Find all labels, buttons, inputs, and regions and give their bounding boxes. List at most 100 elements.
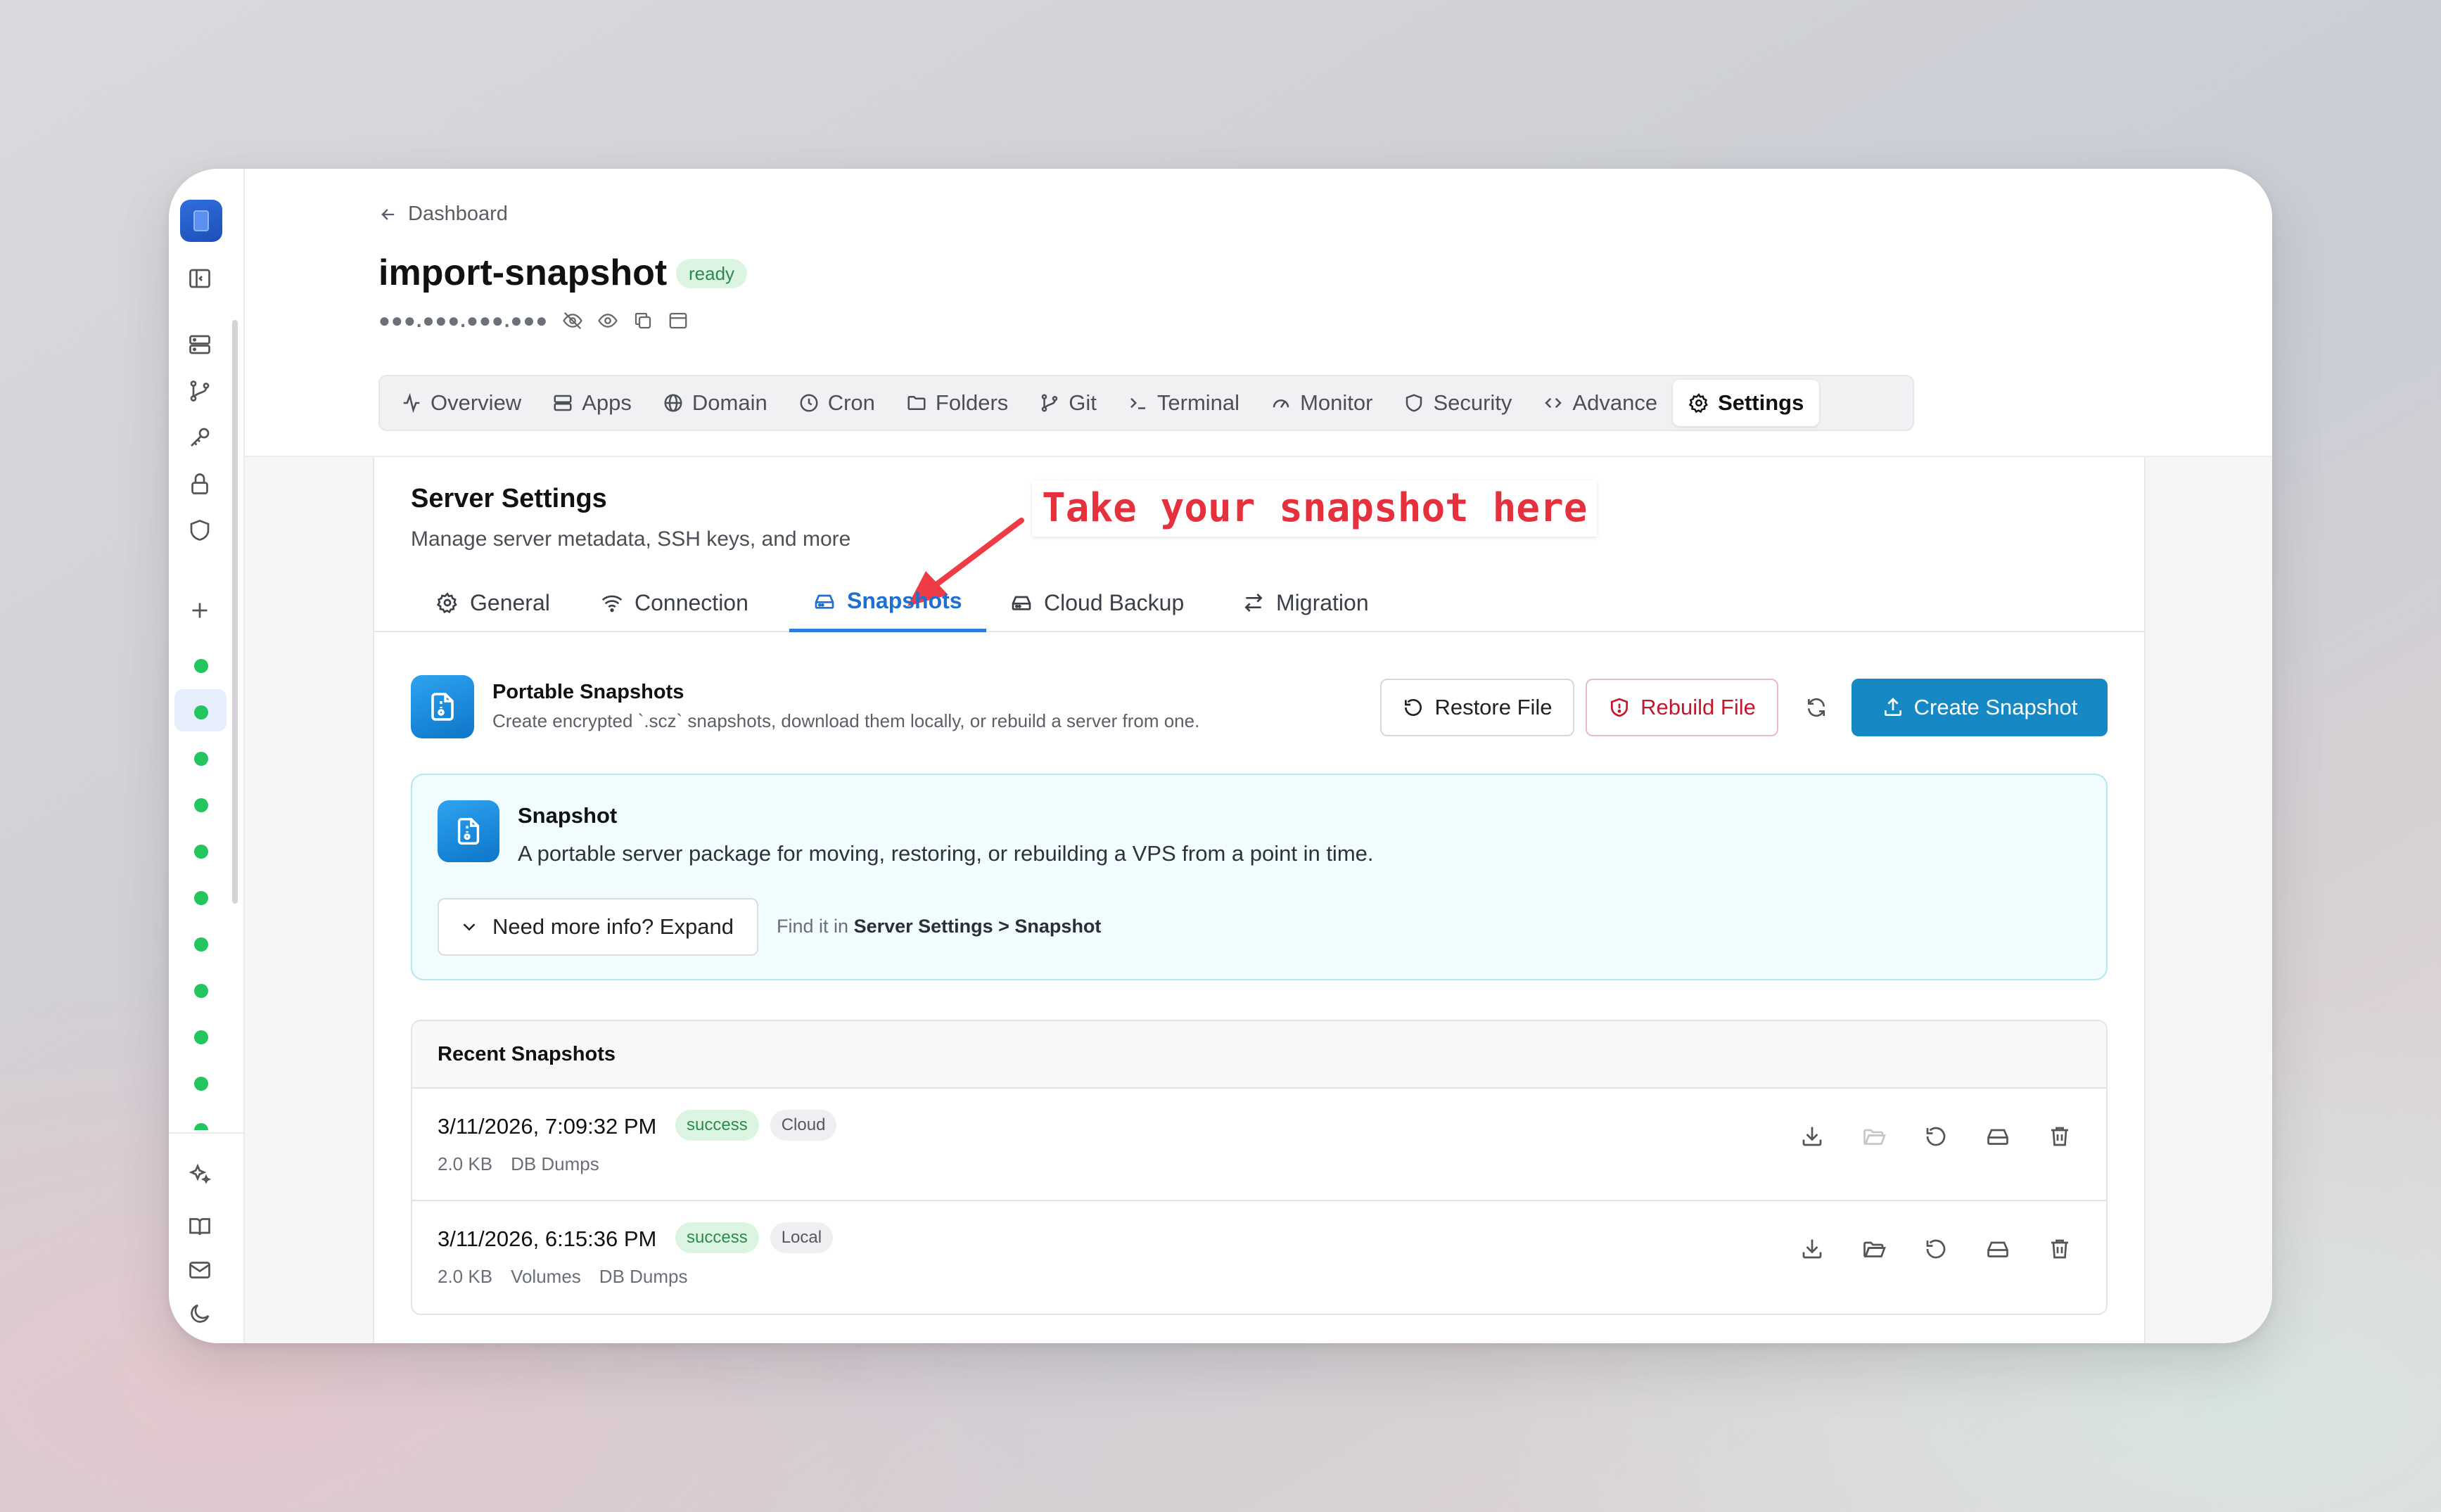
eye-off-icon[interactable] xyxy=(562,310,583,331)
mail-icon[interactable] xyxy=(184,1255,215,1286)
tab-advance[interactable]: Advance xyxy=(1527,380,1673,426)
tab-cron[interactable]: Cron xyxy=(783,380,891,426)
restore-icon[interactable] xyxy=(1923,1236,1949,1262)
table-row: 3/11/2026, 6:15:36 PM success Local 2.0 … xyxy=(412,1201,2106,1314)
sidebar-toggle-icon[interactable] xyxy=(184,263,215,294)
server-status-dot[interactable] xyxy=(194,984,208,998)
trash-icon[interactable] xyxy=(2047,1236,2072,1262)
eye-icon[interactable] xyxy=(597,310,618,331)
create-snapshot-label: Create Snapshot xyxy=(1913,695,2078,719)
breadcrumb[interactable]: Dashboard xyxy=(378,203,508,226)
folder-open-icon[interactable] xyxy=(1861,1236,1887,1262)
terminal-icon xyxy=(1130,397,1145,409)
snapshot-date: 3/11/2026, 6:15:36 PM xyxy=(438,1226,657,1251)
swap-icon xyxy=(1244,594,1263,612)
ip-address: ●●●.●●●.●●●.●●● xyxy=(378,309,549,331)
subtab-label: Cloud Backup xyxy=(1044,589,1185,615)
git-branch-icon xyxy=(1042,394,1058,412)
rebuild-file-button[interactable]: Rebuild File xyxy=(1586,679,1778,736)
status-badge: success xyxy=(675,1110,759,1141)
server-status-dot[interactable] xyxy=(194,1077,208,1091)
server-icon xyxy=(554,395,572,411)
refresh-button[interactable] xyxy=(1795,679,1837,736)
snapshot-size: 2.0 KB xyxy=(438,1153,493,1174)
server-status-dot[interactable] xyxy=(194,798,208,812)
file-archive-icon xyxy=(438,800,499,862)
shield-icon[interactable] xyxy=(184,515,215,546)
git-branch-icon[interactable] xyxy=(184,376,215,406)
restore-icon[interactable] xyxy=(1923,1124,1949,1149)
subtab-migration[interactable]: Migration xyxy=(1242,573,1369,632)
server-status-dot[interactable] xyxy=(194,1030,208,1044)
trash-icon[interactable] xyxy=(2047,1124,2072,1149)
shield-alert-icon xyxy=(1611,698,1629,717)
server-status-dot[interactable] xyxy=(194,705,208,719)
server-title: import-snapshot xyxy=(378,252,668,293)
snapshot-tag: Volumes xyxy=(511,1266,581,1287)
server-status-dot[interactable] xyxy=(194,659,208,673)
server-status-dot[interactable] xyxy=(194,752,208,766)
main-content: Dashboard import-snapshot ready ●●●.●●●.… xyxy=(245,169,2272,1343)
download-icon[interactable] xyxy=(1799,1124,1825,1149)
snapshot-chips: success Local xyxy=(675,1222,834,1253)
restore-file-button[interactable]: Restore File xyxy=(1380,679,1574,736)
lock-icon[interactable] xyxy=(184,468,215,499)
book-icon[interactable] xyxy=(184,1211,215,1242)
server-status-dot[interactable] xyxy=(194,845,208,859)
tab-git[interactable]: Git xyxy=(1024,380,1112,426)
server-header: Dashboard import-snapshot ready ●●●.●●●.… xyxy=(245,169,2272,457)
snapshot-tag: DB Dumps xyxy=(599,1266,688,1287)
tab-label: Terminal xyxy=(1156,390,1240,415)
add-server-icon[interactable] xyxy=(184,595,215,626)
browser-icon[interactable] xyxy=(668,310,689,331)
tab-overview[interactable]: Overview xyxy=(385,380,537,426)
row-actions xyxy=(1799,1236,2072,1262)
expand-info-button[interactable]: Need more info? Expand xyxy=(438,898,758,956)
tab-terminal[interactable]: Terminal xyxy=(1112,380,1255,426)
tab-domain[interactable]: Domain xyxy=(647,380,783,426)
snapshot-date: 3/11/2026, 7:09:32 PM xyxy=(438,1114,657,1139)
sparkles-icon[interactable] xyxy=(184,1159,215,1190)
rail-divider xyxy=(169,1132,245,1134)
sidebar-rail xyxy=(169,169,245,1343)
hard-drive-icon[interactable] xyxy=(1985,1124,2010,1149)
key-icon[interactable] xyxy=(184,422,215,453)
subtab-cloud-backup[interactable]: Cloud Backup xyxy=(1010,573,1184,632)
servers-icon[interactable] xyxy=(184,329,215,360)
tab-monitor[interactable]: Monitor xyxy=(1255,380,1388,426)
tab-label: Cron xyxy=(827,390,875,415)
settings-subtitle: Manage server metadata, SSH keys, and mo… xyxy=(411,527,851,551)
status-badge: ready xyxy=(676,259,748,288)
moon-icon[interactable] xyxy=(184,1298,215,1329)
download-icon[interactable] xyxy=(1799,1236,1825,1262)
sidebar-scrollbar[interactable] xyxy=(232,320,238,904)
tab-folders[interactable]: Folders xyxy=(891,380,1024,426)
tab-security[interactable]: Security xyxy=(1388,380,1527,426)
create-snapshot-button[interactable]: Create Snapshot xyxy=(1852,679,2108,736)
server-status-dot[interactable] xyxy=(194,891,208,905)
app-logo[interactable] xyxy=(180,200,222,242)
code-icon xyxy=(1545,397,1562,409)
subtab-connection[interactable]: Connection xyxy=(601,573,748,632)
activity-icon xyxy=(403,392,420,414)
rotate-ccw-icon xyxy=(1405,699,1422,716)
server-status-dot[interactable] xyxy=(194,1123,208,1130)
subtab-general[interactable]: General xyxy=(436,573,550,632)
info-title: Snapshot xyxy=(518,803,618,828)
wifi-icon xyxy=(601,595,623,613)
gauge-icon xyxy=(1273,399,1289,408)
copy-icon[interactable] xyxy=(632,310,654,331)
subtab-snapshots[interactable]: Snapshots xyxy=(789,573,986,632)
folder-open-icon[interactable] xyxy=(1861,1124,1887,1149)
arrow-left-icon xyxy=(381,208,395,220)
tab-apps[interactable]: Apps xyxy=(537,380,647,426)
location-badge: Local xyxy=(770,1222,834,1253)
hard-drive-icon[interactable] xyxy=(1985,1236,2010,1262)
snapshot-chips: success Cloud xyxy=(675,1110,837,1141)
location-badge: Cloud xyxy=(770,1110,837,1141)
clock-icon xyxy=(800,394,818,412)
server-status-dot[interactable] xyxy=(194,937,208,952)
tab-label: Folders xyxy=(935,390,1009,415)
folder-icon xyxy=(907,396,926,410)
tab-settings[interactable]: Settings xyxy=(1673,380,1820,426)
